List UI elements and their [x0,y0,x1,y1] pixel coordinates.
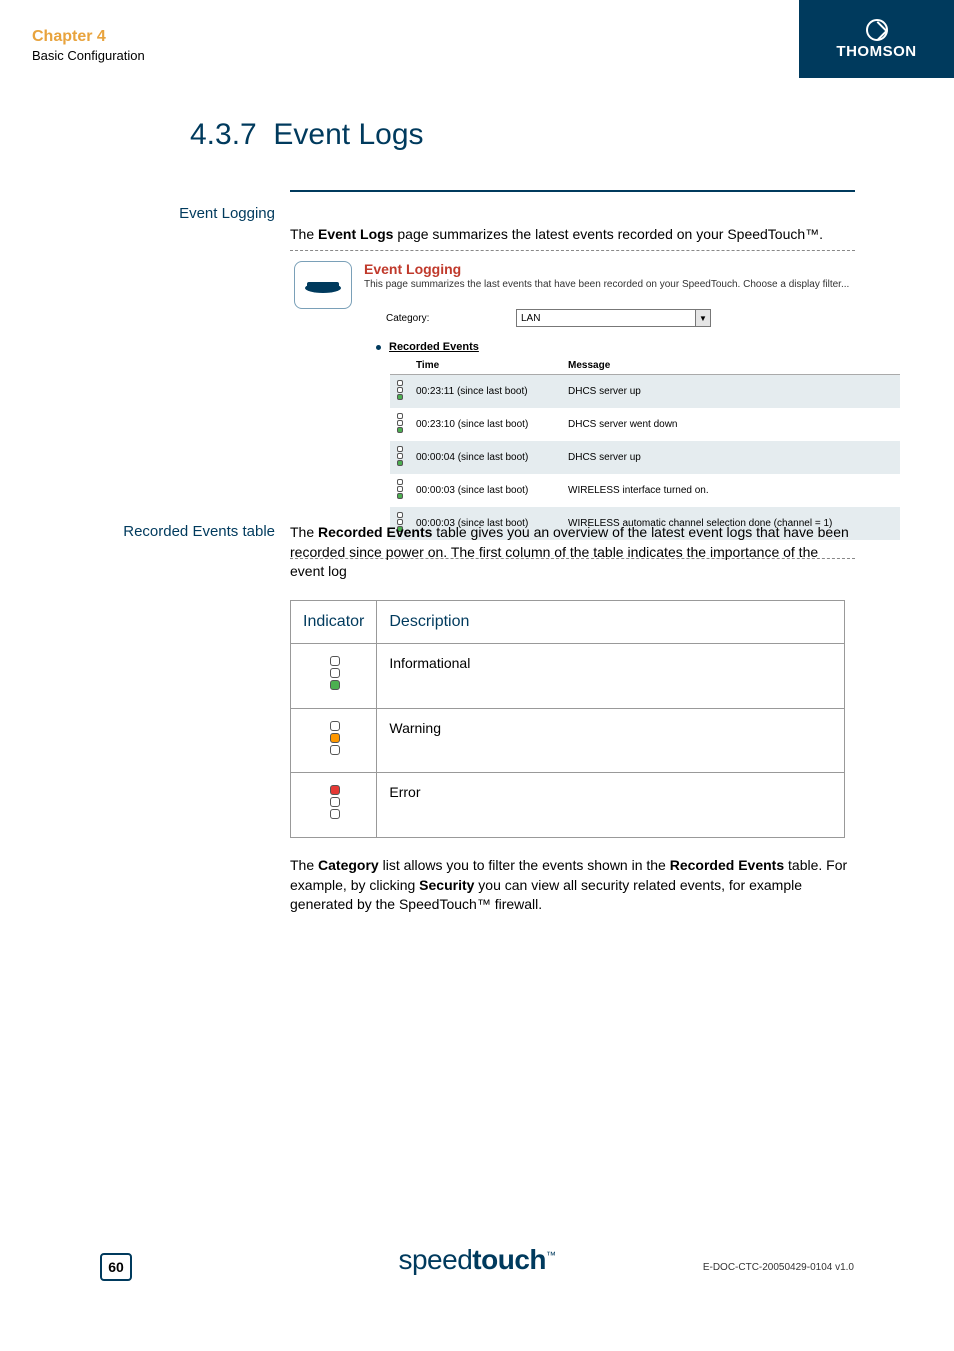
page-number: 60 [100,1253,132,1281]
section-title: Event Logs [273,118,423,151]
error-indicator-icon [330,783,338,821]
brand-name: THOMSON [836,43,916,60]
chapter-subtitle: Basic Configuration [32,48,145,63]
screenshot-description: This page summarizes the last events tha… [364,279,855,291]
traffic-light-icon [396,412,404,434]
category-paragraph: The Category list allows you to filter t… [290,856,850,915]
router-icon [294,261,352,309]
recorded-events-heading[interactable]: Recorded Events [389,341,479,353]
brand-header: THOMSON [799,0,954,78]
event-row: 00:00:03 (since last boot) WIRELESS inte… [390,474,900,507]
traffic-light-icon [396,478,404,500]
event-row: 00:00:04 (since last boot) DHCS server u… [390,441,900,474]
chapter-block: Chapter 4 Basic Configuration [32,28,145,63]
indicator-row: Informational [291,644,845,709]
col-indicator: Indicator [291,600,377,643]
col-message: Message [562,357,900,375]
indicator-row: Error [291,773,845,838]
section-number: 4.3.7 [190,118,257,151]
chapter-title: Chapter 4 [32,28,145,46]
event-row: 00:23:10 (since last boot) DHCS server w… [390,408,900,441]
dropdown-arrow-icon: ▼ [695,310,710,326]
traffic-light-icon [396,379,404,401]
indicator-table: Indicator Description Informational Warn… [290,600,845,838]
category-label: Category: [386,313,516,324]
recorded-events-section: The Recorded Events table gives you an o… [290,523,850,915]
side-label-recorded-events: Recorded Events table [100,523,275,540]
col-description: Description [377,600,845,643]
info-indicator-icon [330,654,338,692]
recorded-events-paragraph: The Recorded Events table gives you an o… [290,523,850,582]
intro-paragraph: The Event Logs page summarizes the lates… [290,226,855,242]
screenshot-title: Event Logging [364,261,855,277]
indicator-row: Warning [291,708,845,773]
section-heading: 4.3.7 Event Logs [190,118,424,152]
side-label-event-logging: Event Logging [100,205,275,222]
category-select[interactable]: LAN ▼ [516,309,711,327]
bullet-icon [376,345,381,350]
doc-reference: E-DOC-CTC-20050429-0104 v1.0 [703,1262,854,1273]
col-time: Time [410,357,562,375]
warning-indicator-icon [330,719,338,757]
event-row: 00:23:11 (since last boot) DHCS server u… [390,375,900,409]
category-value: LAN [521,313,540,324]
traffic-light-icon [396,445,404,467]
recorded-events-table: Time Message 00:23:11 (since last boot) … [390,357,900,540]
thomson-logo-icon [866,19,888,41]
event-logs-screenshot: The Event Logs page summarizes the lates… [290,190,855,559]
